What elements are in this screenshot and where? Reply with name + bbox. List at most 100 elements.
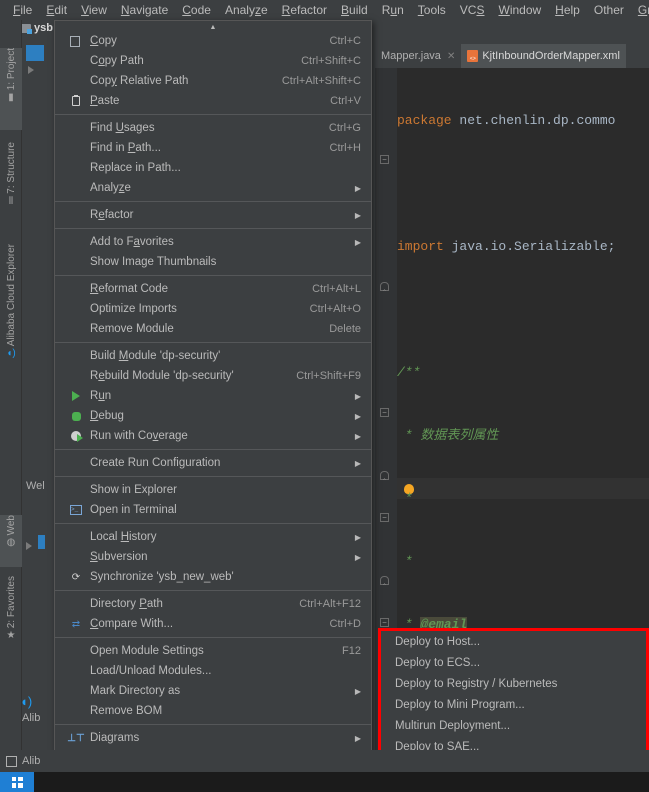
editor-tab-mapper-java[interactable]: Mapper.java ✕ xyxy=(375,44,462,68)
menu-item-load-unload-modules[interactable]: Load/Unload Modules... xyxy=(55,661,371,681)
menu-vcs[interactable]: VCS xyxy=(453,0,492,20)
menu-item-copy-path[interactable]: Copy Path Ctrl+Shift+C xyxy=(55,51,371,71)
menu-item-optimize-imports[interactable]: Optimize Imports Ctrl+Alt+O xyxy=(55,299,371,319)
menu-item-label: Open in Terminal xyxy=(90,504,177,516)
menu-item-mark-directory-as[interactable]: Mark Directory as ▶ xyxy=(55,681,371,701)
menu-item-find-in-path[interactable]: Find in Path... Ctrl+H xyxy=(55,138,371,158)
project-chip[interactable]: ysb xyxy=(20,22,53,34)
menu-edit[interactable]: Edit xyxy=(39,0,74,20)
compare-icon: ⇄ xyxy=(71,618,81,630)
windows-start-button[interactable] xyxy=(0,772,34,792)
menu-item-open-module-settings[interactable]: Open Module Settings F12 xyxy=(55,641,371,661)
submenu-item-deploy-to-registry-kubernetes[interactable]: Deploy to Registry / Kubernetes xyxy=(381,673,646,694)
menu-item-build-module[interactable]: Build Module 'dp-security' xyxy=(55,346,371,366)
scroll-up-icon[interactable]: ▲ xyxy=(55,24,371,31)
code-line: * xyxy=(397,491,413,506)
menu-item-analyze[interactable]: Analyze ▶ xyxy=(55,178,371,198)
menu-item-add-to-favorites[interactable]: Add to Favorites ▶ xyxy=(55,232,371,252)
menu-item-label: Debug xyxy=(90,410,124,422)
chevron-right-icon: ▶ xyxy=(354,552,361,562)
menu-run[interactable]: Run xyxy=(375,0,411,20)
submenu-item-deploy-to-ecs[interactable]: Deploy to ECS... xyxy=(381,652,646,673)
menu-other[interactable]: Other xyxy=(587,0,631,20)
menu-item-accel: Ctrl+H xyxy=(329,142,361,154)
run-icon xyxy=(69,389,83,403)
menu-item-debug[interactable]: Debug ▶ xyxy=(55,406,371,426)
submenu-item-label: Deploy to ECS... xyxy=(395,656,481,669)
menu-item-local-history[interactable]: Local History ▶ xyxy=(55,527,371,547)
fold-marker-open-2[interactable]: − xyxy=(380,408,389,417)
menu-item-label: Copy Path xyxy=(90,55,144,67)
menu-item-run-with-coverage[interactable]: Run with Coverage ▶ xyxy=(55,426,371,446)
sidebar-item-structure[interactable]: 7: Structure ⫴ xyxy=(0,142,22,234)
menu-item-replace-in-path[interactable]: Replace in Path... xyxy=(55,158,371,178)
menu-separator xyxy=(55,449,371,450)
menu-file[interactable]: File xyxy=(6,0,39,20)
menu-item-subversion[interactable]: Subversion ▶ xyxy=(55,547,371,567)
menu-grailstools[interactable]: GrailsTo xyxy=(631,0,649,20)
menu-item-open-in-terminal[interactable]: >_ Open in Terminal xyxy=(55,500,371,520)
menu-help[interactable]: Help xyxy=(548,0,587,20)
menu-item-find-usages[interactable]: Find Usages Ctrl+G xyxy=(55,118,371,138)
menu-build[interactable]: Build xyxy=(334,0,375,20)
context-menu[interactable]: ▲ Copy Ctrl+C Copy Path Ctrl+Shift+C Cop… xyxy=(54,20,372,792)
menu-item-label: Open Module Settings xyxy=(90,645,204,657)
menu-item-label: Find in Path... xyxy=(90,142,161,154)
menu-item-label: Copy Relative Path xyxy=(90,75,189,87)
fold-marker-close-2[interactable]: ‸ xyxy=(380,471,389,480)
sidebar-item-alibaba-cloud-explorer[interactable]: Alibaba Cloud Explorer ◖) xyxy=(0,244,22,384)
chevron-right-icon: ▶ xyxy=(354,210,361,220)
menu-tools[interactable]: Tools xyxy=(411,0,453,20)
folder-icon: ▮ xyxy=(8,92,14,104)
menu-refactor[interactable]: Refactor xyxy=(275,0,334,20)
menu-view[interactable]: View xyxy=(74,0,114,20)
fold-marker-open-4[interactable]: − xyxy=(380,618,389,627)
menu-item-rebuild-module[interactable]: Rebuild Module 'dp-security' Ctrl+Shift+… xyxy=(55,366,371,386)
fold-marker-close[interactable]: ‸ xyxy=(380,282,389,291)
submenu-item-deploy-to-mini-program[interactable]: Deploy to Mini Program... xyxy=(381,694,646,715)
sidebar-item-project-label: 1: Project xyxy=(5,48,17,91)
sidebar-item-project[interactable]: 1: Project ▮ xyxy=(0,48,22,130)
project-tree-node-icon xyxy=(26,45,44,61)
menu-item-remove-module[interactable]: Remove Module Delete xyxy=(55,319,371,339)
menu-item-run[interactable]: Run ▶ xyxy=(55,386,371,406)
sidebar-item-web[interactable]: Web ◍ xyxy=(0,515,22,567)
menu-navigate[interactable]: Navigate xyxy=(114,0,175,20)
submenu-item-multirun-deployment[interactable]: Multirun Deployment... xyxy=(381,715,646,736)
submenu-item-deploy-to-host[interactable]: Deploy to Host... xyxy=(381,631,646,652)
menu-item-synchronize[interactable]: ⟳ Synchronize 'ysb_new_web' xyxy=(55,567,371,587)
menu-item-refactor[interactable]: Refactor ▶ xyxy=(55,205,371,225)
sidebar-item-favorites[interactable]: 2: Favorites ★ xyxy=(0,576,22,668)
menu-item-accel: Ctrl+Shift+F9 xyxy=(296,370,361,382)
close-icon[interactable]: ✕ xyxy=(447,51,455,62)
terminal-window-icon[interactable] xyxy=(6,755,17,767)
editor-tab-kjtinboundordermapper-xml[interactable]: KjtInboundOrderMapper.xml xyxy=(461,44,626,68)
menu-item-label: Replace in Path... xyxy=(90,162,181,174)
fold-marker-open[interactable]: − xyxy=(380,155,389,164)
star-icon: ★ xyxy=(6,630,16,642)
menu-item-accel: Ctrl+Alt+L xyxy=(312,283,361,295)
menu-item-create-run-configuration[interactable]: Create Run Configuration ▶ xyxy=(55,453,371,473)
menu-item-accel: Ctrl+Alt+Shift+C xyxy=(281,75,361,87)
menu-item-compare-with[interactable]: ⇄ Compare With... Ctrl+D xyxy=(55,614,371,634)
fold-marker-open-3[interactable]: − xyxy=(380,513,389,522)
menu-item-diagrams[interactable]: ⊥⊤ Diagrams ▶ xyxy=(55,728,371,748)
menu-item-label: Run with Coverage xyxy=(90,430,188,442)
menu-item-label: Directory Path xyxy=(90,598,163,610)
menu-item-reformat-code[interactable]: Reformat Code Ctrl+Alt+L xyxy=(55,279,371,299)
menu-item-remove-bom[interactable]: Remove BOM xyxy=(55,701,371,721)
web-icon: ◍ xyxy=(6,537,16,549)
menu-analyze[interactable]: Analyze xyxy=(218,0,275,20)
menu-item-label: Load/Unload Modules... xyxy=(90,665,212,677)
menu-separator xyxy=(55,724,371,725)
menu-code[interactable]: Code xyxy=(175,0,218,20)
menu-window[interactable]: Window xyxy=(491,0,548,20)
menu-item-copy[interactable]: Copy Ctrl+C xyxy=(55,31,371,51)
status-bar-label: Alib xyxy=(22,755,41,767)
menu-item-copy-relative-path[interactable]: Copy Relative Path Ctrl+Alt+Shift+C xyxy=(55,71,371,91)
menu-item-paste[interactable]: Paste Ctrl+V xyxy=(55,91,371,111)
menu-item-directory-path[interactable]: Directory Path Ctrl+Alt+F12 xyxy=(55,594,371,614)
menu-item-show-in-explorer[interactable]: Show in Explorer xyxy=(55,480,371,500)
fold-marker-close-3[interactable]: ‸ xyxy=(380,576,389,585)
menu-item-show-image-thumbnails[interactable]: Show Image Thumbnails xyxy=(55,252,371,272)
